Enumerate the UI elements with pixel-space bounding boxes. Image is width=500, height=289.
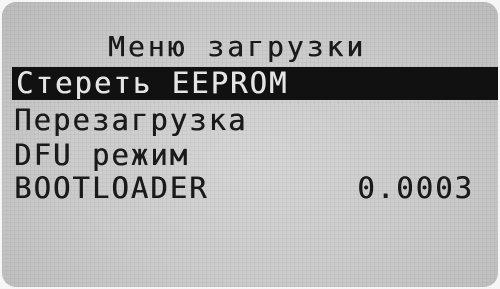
menu-item-dfu-mode[interactable]: DFU режим xyxy=(14,139,189,172)
bootloader-version: 0.0003 xyxy=(357,171,474,205)
menu-item-reboot[interactable]: Перезагрузка xyxy=(14,104,248,137)
screen-title: Меню загрузки xyxy=(108,30,367,63)
menu-item-erase-eeprom[interactable]: Стереть EEPROM xyxy=(12,67,498,100)
menu-item-bootloader[interactable]: BOOTLOADER xyxy=(14,172,209,205)
lcd-screen: Меню загрузки Стереть EEPROM Перезагрузк… xyxy=(2,2,498,287)
device-frame: Меню загрузки Стереть EEPROM Перезагрузк… xyxy=(0,0,500,289)
